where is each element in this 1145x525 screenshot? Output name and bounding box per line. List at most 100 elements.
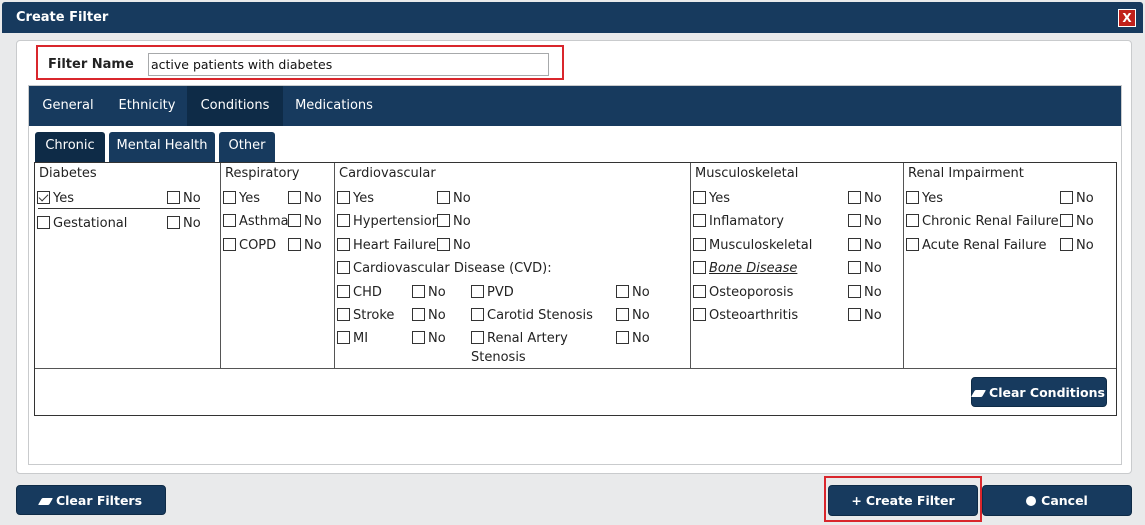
carotid-checkbox[interactable]: [471, 308, 484, 321]
musculoskeletal-option[interactable]: Musculoskeletal: [693, 238, 812, 253]
copd-checkbox[interactable]: [223, 238, 236, 251]
hypertension-no-option[interactable]: No: [437, 214, 471, 229]
acute-renal-option[interactable]: Acute Renal Failure: [906, 238, 1046, 253]
gestational-option[interactable]: Gestational: [37, 216, 127, 231]
respiratory-yes-checkbox[interactable]: [223, 191, 236, 204]
musculo-no-option[interactable]: No: [848, 191, 882, 206]
acute-renal-checkbox[interactable]: [906, 238, 919, 251]
carotid-option[interactable]: Carotid Stenosis: [471, 308, 593, 323]
pvd-no-option[interactable]: No: [616, 285, 650, 300]
stroke-option[interactable]: Stroke: [337, 308, 394, 323]
bone-disease-no-checkbox[interactable]: [848, 261, 861, 274]
osteoarthritis-option[interactable]: Osteoarthritis: [693, 308, 798, 323]
renal-artery-no-option[interactable]: No: [616, 331, 650, 346]
diabetes-no-option[interactable]: No: [167, 191, 201, 206]
osteoarthritis-checkbox[interactable]: [693, 308, 706, 321]
chronic-renal-no-option[interactable]: No: [1060, 214, 1094, 229]
musculo-no-checkbox[interactable]: [848, 191, 861, 204]
tab-medications[interactable]: Medications: [283, 86, 385, 126]
asthma-no-option[interactable]: No: [288, 214, 322, 229]
musculoskeletal-no-option[interactable]: No: [848, 238, 882, 253]
renal-artery-option[interactable]: Renal Artery: [471, 331, 568, 346]
chd-checkbox[interactable]: [337, 285, 350, 298]
clear-conditions-button[interactable]: Clear Conditions: [970, 377, 1107, 407]
chd-option[interactable]: CHD: [337, 285, 382, 300]
copd-option[interactable]: COPD: [223, 238, 276, 253]
cancel-button[interactable]: Cancel: [982, 485, 1132, 516]
osteoporosis-option[interactable]: Osteoporosis: [693, 285, 793, 300]
respiratory-yes-option[interactable]: Yes: [223, 191, 260, 206]
inflamatory-checkbox[interactable]: [693, 214, 706, 227]
cardio-no-option[interactable]: No: [437, 191, 471, 206]
bone-disease-checkbox[interactable]: [693, 261, 706, 274]
stroke-checkbox[interactable]: [337, 308, 350, 321]
carotid-no-checkbox[interactable]: [616, 308, 629, 321]
mi-checkbox[interactable]: [337, 331, 350, 344]
musculo-yes-checkbox[interactable]: [693, 191, 706, 204]
mi-no-option[interactable]: No: [412, 331, 446, 346]
asthma-no-checkbox[interactable]: [288, 214, 301, 227]
heart-failure-checkbox[interactable]: [337, 238, 350, 251]
cvd-option[interactable]: Cardiovascular Disease (CVD):: [337, 261, 552, 276]
tab-ethnicity[interactable]: Ethnicity: [107, 86, 187, 126]
subtab-mental-health[interactable]: Mental Health: [109, 132, 215, 162]
copd-no-option[interactable]: No: [288, 238, 322, 253]
inflamatory-no-option[interactable]: No: [848, 214, 882, 229]
stroke-no-checkbox[interactable]: [412, 308, 425, 321]
renal-yes-checkbox[interactable]: [906, 191, 919, 204]
gestational-no-checkbox[interactable]: [167, 216, 180, 229]
inflamatory-no-checkbox[interactable]: [848, 214, 861, 227]
heart-failure-no-checkbox[interactable]: [437, 238, 450, 251]
chd-no-option[interactable]: No: [412, 285, 446, 300]
create-filter-button[interactable]: + Create Filter: [828, 485, 978, 516]
chd-no-checkbox[interactable]: [412, 285, 425, 298]
bone-disease-option[interactable]: Bone Disease: [693, 261, 797, 276]
chronic-renal-no-checkbox[interactable]: [1060, 214, 1073, 227]
musculoskeletal-checkbox[interactable]: [693, 238, 706, 251]
asthma-option[interactable]: Asthma: [223, 214, 289, 229]
cardio-yes-option[interactable]: Yes: [337, 191, 374, 206]
heart-failure-no-option[interactable]: No: [437, 238, 471, 253]
mi-no-checkbox[interactable]: [412, 331, 425, 344]
renal-yes-option[interactable]: Yes: [906, 191, 943, 206]
osteoporosis-checkbox[interactable]: [693, 285, 706, 298]
cardio-yes-checkbox[interactable]: [337, 191, 350, 204]
tab-general[interactable]: General: [29, 86, 107, 126]
renal-no-checkbox[interactable]: [1060, 191, 1073, 204]
mi-option[interactable]: MI: [337, 331, 368, 346]
hypertension-option[interactable]: Hypertension: [337, 214, 440, 229]
osteoarthritis-no-option[interactable]: No: [848, 308, 882, 323]
chronic-renal-option[interactable]: Chronic Renal Failure: [906, 214, 1059, 229]
pvd-no-checkbox[interactable]: [616, 285, 629, 298]
gestational-no-option[interactable]: No: [167, 216, 201, 231]
tab-conditions[interactable]: Conditions: [187, 86, 283, 126]
pvd-option[interactable]: PVD: [471, 285, 514, 300]
renal-no-option[interactable]: No: [1060, 191, 1094, 206]
gestational-checkbox[interactable]: [37, 216, 50, 229]
bone-disease-link[interactable]: Bone Disease: [709, 261, 797, 276]
acute-renal-no-option[interactable]: No: [1060, 238, 1094, 253]
renal-artery-checkbox[interactable]: [471, 331, 484, 344]
heart-failure-option[interactable]: Heart Failure: [337, 238, 436, 253]
filter-name-input[interactable]: [148, 53, 549, 76]
acute-renal-no-checkbox[interactable]: [1060, 238, 1073, 251]
renal-artery-no-checkbox[interactable]: [616, 331, 629, 344]
respiratory-no-checkbox[interactable]: [288, 191, 301, 204]
chronic-renal-checkbox[interactable]: [906, 214, 919, 227]
osteoporosis-no-checkbox[interactable]: [848, 285, 861, 298]
osteoporosis-no-option[interactable]: No: [848, 285, 882, 300]
cardio-no-checkbox[interactable]: [437, 191, 450, 204]
musculo-yes-option[interactable]: Yes: [693, 191, 730, 206]
carotid-no-option[interactable]: No: [616, 308, 650, 323]
diabetes-no-checkbox[interactable]: [167, 191, 180, 204]
musculoskeletal-no-checkbox[interactable]: [848, 238, 861, 251]
subtab-other[interactable]: Other: [219, 132, 275, 162]
pvd-checkbox[interactable]: [471, 285, 484, 298]
asthma-checkbox[interactable]: [223, 214, 236, 227]
respiratory-no-option[interactable]: No: [288, 191, 322, 206]
cvd-checkbox[interactable]: [337, 261, 350, 274]
hypertension-checkbox[interactable]: [337, 214, 350, 227]
copd-no-checkbox[interactable]: [288, 238, 301, 251]
close-button[interactable]: X: [1118, 9, 1136, 27]
clear-filters-button[interactable]: Clear Filters: [16, 485, 166, 515]
